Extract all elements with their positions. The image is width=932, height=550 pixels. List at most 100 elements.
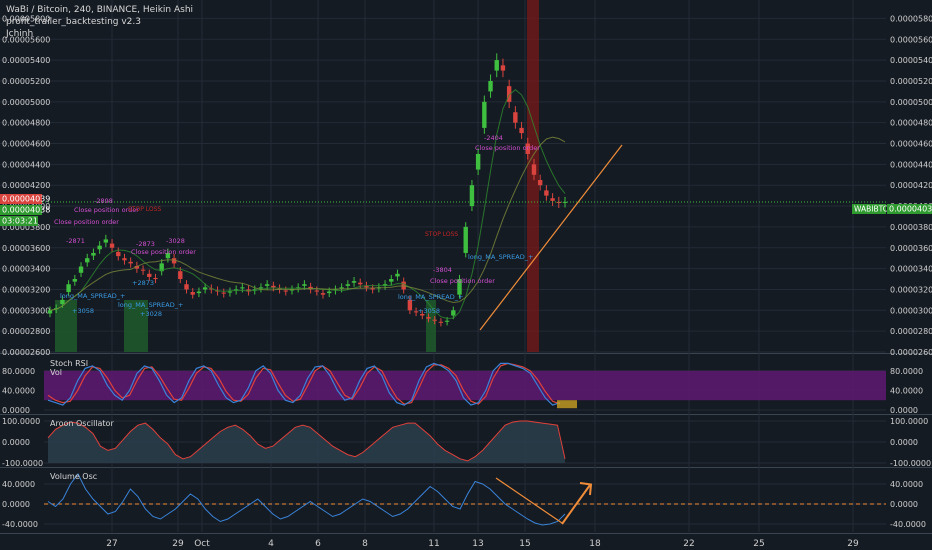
x-tick-label: 29 [847, 539, 859, 549]
candle-body [500, 65, 506, 71]
long-spread-label: long_MA_SPREAD_+ [468, 253, 533, 261]
x-tick-label: 15 [519, 539, 530, 549]
candle-body [78, 266, 84, 273]
candle-body [345, 284, 351, 286]
y-tick-label-right: 0.00005600 [890, 35, 932, 44]
candle-body [370, 288, 375, 290]
trade-label: -2873 [136, 240, 155, 248]
y-tick-label-right-vol: 40.0000 [890, 480, 923, 489]
candle-body [339, 287, 344, 289]
candle-body [283, 290, 288, 292]
y-tick-label-right-aroon: 100.0000 [890, 417, 928, 426]
y-tick-label-left: 0.00005400 [2, 56, 50, 65]
candle-body [66, 284, 71, 293]
candle-body [395, 273, 400, 277]
author-name: Jchinh [6, 29, 34, 39]
candle-body [358, 282, 363, 285]
candle-body [494, 60, 499, 71]
countdown-text: 03:03:21 [2, 216, 38, 225]
trade-label: +3058 [418, 307, 440, 315]
y-tick-label-right: 0.00005400 [890, 56, 932, 65]
long-spread-label: long_MA_SPREAD_+ [118, 301, 183, 309]
y-tick-label-right: 0.00002800 [890, 327, 932, 336]
candle-body [451, 310, 456, 316]
y-tick-label-left-stoch: 0.0000 [2, 406, 30, 415]
candle-body [190, 292, 195, 295]
vol-marker [557, 400, 577, 409]
candle-body [122, 258, 127, 261]
candle-body [97, 245, 102, 250]
y-tick-label-right: 0.00003800 [890, 223, 932, 232]
candle-body [544, 190, 549, 196]
y-tick-label-right: 0.00003000 [890, 306, 932, 315]
y-tick-label-right: 0.00005800 [890, 14, 932, 23]
last-price-red-text: 0.00004039 [2, 194, 50, 203]
y-tick-label-left-stoch: 80.0000 [2, 367, 35, 376]
candle-body [109, 243, 115, 248]
y-tick-label-right: 0.00003400 [890, 265, 932, 274]
candle-body [60, 299, 65, 305]
stoch-band [44, 370, 886, 401]
candle-body [389, 279, 394, 282]
candle-body [550, 198, 555, 201]
candle-body [513, 112, 518, 123]
x-tick-label: 13 [472, 539, 483, 549]
candle-body [196, 291, 202, 294]
y-tick-label-left-stoch: 40.0000 [2, 386, 35, 395]
candle-body [327, 291, 332, 294]
symbol-value: 0.00004038 [889, 204, 932, 213]
trade-label: -2404 [484, 134, 503, 142]
candle-body [72, 279, 78, 282]
y-tick-label-right-aroon: -100.0000 [890, 459, 931, 468]
candle-body [302, 284, 307, 286]
candle-body [140, 269, 146, 271]
x-tick-label: Oct [194, 539, 210, 549]
close-position-label: Close position order [430, 277, 495, 285]
last-price-green-text: 0.00004038 [2, 205, 50, 214]
candle-body [47, 310, 53, 314]
chart-title: WaBi / Bitcoin, 240, BINANCE, Heikin Ash… [6, 5, 194, 15]
y-tick-label-left-vol: 40.0000 [2, 480, 35, 489]
candle-body [227, 291, 233, 293]
x-tick-label: 6 [315, 539, 321, 549]
candle-body [85, 258, 90, 263]
trade-label: -3028 [166, 237, 185, 245]
y-tick-label-right: 0.00005200 [890, 77, 932, 86]
y-tick-label-left: 0.00003200 [2, 285, 50, 294]
y-tick-label-right-stoch: 0.0000 [890, 406, 918, 415]
y-tick-label-right: 0.00004200 [890, 181, 932, 190]
candle-body [178, 271, 183, 280]
candle-body [444, 320, 450, 322]
y-tick-label-left: 0.00003000 [2, 306, 50, 315]
stoch-legend-vol: Vol [50, 368, 62, 377]
study-name: profit_trailer_backtesting v2.3 [6, 17, 141, 27]
candle-body [103, 239, 109, 243]
y-tick-label-left: 0.00002800 [2, 327, 50, 336]
candle-body [469, 185, 475, 207]
candle-body [128, 261, 133, 264]
y-tick-label-left: 0.00003600 [2, 244, 50, 253]
y-tick-label-left: 0.00002600 [2, 348, 50, 357]
y-tick-label-left-vol: 0.0000 [2, 500, 30, 509]
trade-label: +3058 [72, 307, 94, 315]
y-tick-label-right-stoch: 80.0000 [890, 367, 923, 376]
x-tick-label: 11 [428, 539, 439, 549]
y-tick-label-left-aroon: -100.0000 [2, 459, 43, 468]
candle-body [314, 290, 320, 292]
x-tick-label: 25 [753, 539, 764, 549]
y-tick-label-right-vol: -40.0000 [890, 520, 926, 529]
y-tick-label-left-vol: -40.0000 [2, 520, 38, 529]
candle-body [320, 293, 326, 295]
pane-title-vol: Volume Osc [50, 472, 97, 481]
candle-body [184, 284, 189, 290]
y-tick-label-right: 0.00002600 [890, 348, 932, 357]
stop-loss-label: STOP LOSS [425, 231, 458, 238]
candle-body [221, 292, 226, 294]
long-spread-label: long_MA_SPREAD_+ [60, 292, 125, 300]
y-tick-label-right: 0.00004400 [890, 160, 932, 169]
chart-svg[interactable]: 27 29 Oct 4 6 8 11 13 15 18 22 25 29 0.00005800 0.0000… [0, 0, 932, 550]
trade-label: +3028 [140, 310, 162, 318]
x-tick-label: 8 [362, 539, 368, 549]
x-tick-label: 22 [683, 539, 694, 549]
pane-title-aroon: Aroon Oscillator [50, 419, 114, 428]
